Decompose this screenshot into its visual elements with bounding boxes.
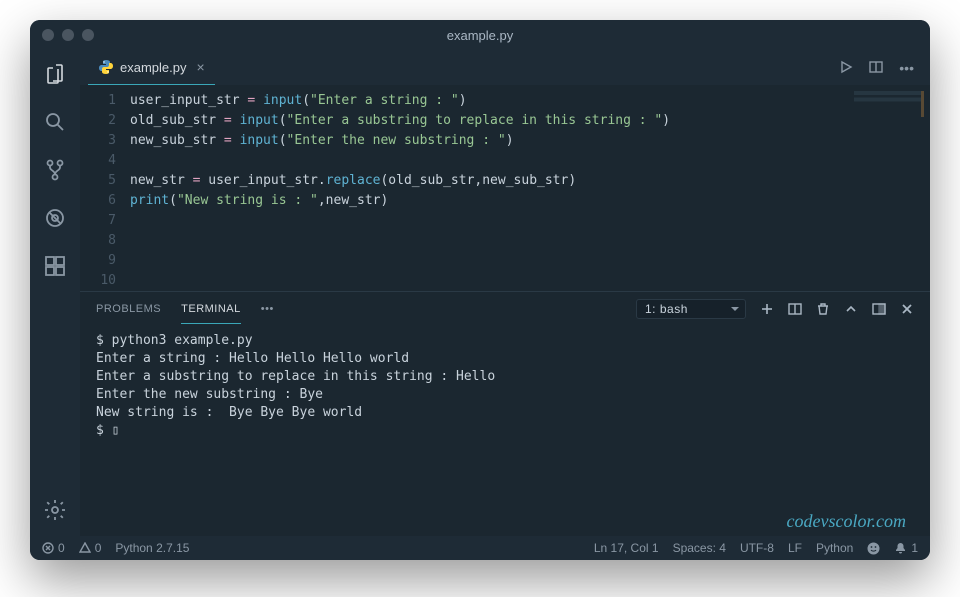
code-line[interactable]: print("New string is : ",new_str) [130,191,930,211]
status-language[interactable]: Python [816,541,853,555]
close-tab-icon[interactable]: × [196,59,204,75]
new-terminal-icon[interactable] [760,302,774,316]
status-notifications[interactable]: 1 [894,541,918,555]
code-line[interactable] [130,151,930,171]
panel-more-icon[interactable]: ••• [261,303,274,315]
terminal-output[interactable]: $ python3 example.py Enter a string : He… [80,326,930,536]
line-number: 9 [80,251,116,271]
run-icon[interactable] [839,60,853,76]
close-window-button[interactable] [42,29,54,41]
line-number: 5 [80,171,116,191]
maximize-panel-icon[interactable] [872,302,886,316]
chevron-up-icon[interactable] [844,302,858,316]
status-eol[interactable]: LF [788,541,802,555]
close-panel-icon[interactable] [900,302,914,316]
status-feedback-icon[interactable] [867,542,880,555]
source-control-icon[interactable] [41,156,69,184]
panel-actions: 1: bash [636,299,914,319]
line-number: 10 [80,271,116,291]
code-content[interactable]: user_input_str = input("Enter a string :… [130,91,930,291]
line-number: 7 [80,211,116,231]
panel-tabs: PROBLEMS TERMINAL ••• 1: bash [80,292,930,326]
maximize-window-button[interactable] [82,29,94,41]
status-bar: 0 0 Python 2.7.15 Ln 17, Col 1 Spaces: 4… [30,536,930,560]
code-line[interactable] [130,211,930,231]
debug-icon[interactable] [41,204,69,232]
code-line[interactable]: old_sub_str = input("Enter a substring t… [130,111,930,131]
code-line[interactable] [130,271,930,291]
settings-gear-icon[interactable] [41,496,69,524]
status-warnings[interactable]: 0 [79,541,102,555]
editor-tabs: example.py × ••• [80,50,930,85]
split-editor-icon[interactable] [869,60,883,76]
line-number: 3 [80,131,116,151]
line-number: 6 [80,191,116,211]
panel-tab-problems[interactable]: PROBLEMS [96,295,161,323]
bottom-panel: PROBLEMS TERMINAL ••• 1: bash [80,291,930,536]
status-cursor-position[interactable]: Ln 17, Col 1 [594,541,659,555]
status-errors[interactable]: 0 [42,541,65,555]
watermark: codevscolor.com [787,511,906,532]
traffic-lights [42,29,94,41]
status-python-version[interactable]: Python 2.7.15 [115,541,189,555]
code-line[interactable]: new_str = user_input_str.replace(old_sub… [130,171,930,191]
explorer-icon[interactable] [41,60,69,88]
status-encoding[interactable]: UTF-8 [740,541,774,555]
code-line[interactable]: new_sub_str = input("Enter the new subst… [130,131,930,151]
main-area: example.py × ••• 12345678910 user_input_… [80,50,930,536]
more-actions-icon[interactable]: ••• [899,60,914,76]
editor-actions: ••• [839,60,930,76]
python-file-icon [98,59,114,75]
vscode-window: example.py [30,20,930,560]
line-number: 2 [80,111,116,131]
activity-bar [30,50,80,536]
line-number: 1 [80,91,116,111]
code-line[interactable]: user_input_str = input("Enter a string :… [130,91,930,111]
code-line[interactable] [130,251,930,271]
kill-terminal-icon[interactable] [816,302,830,316]
terminal-selector[interactable]: 1: bash [636,299,746,319]
body: example.py × ••• 12345678910 user_input_… [30,50,930,536]
status-indentation[interactable]: Spaces: 4 [673,541,726,555]
search-icon[interactable] [41,108,69,136]
split-terminal-icon[interactable] [788,302,802,316]
tab-example-py[interactable]: example.py × [88,50,215,85]
code-editor[interactable]: 12345678910 user_input_str = input("Ente… [80,85,930,291]
titlebar: example.py [30,20,930,50]
minimize-window-button[interactable] [62,29,74,41]
code-line[interactable] [130,231,930,251]
extensions-icon[interactable] [41,252,69,280]
line-number: 4 [80,151,116,171]
tab-label: example.py [120,60,186,75]
panel-tab-terminal[interactable]: TERMINAL [181,295,241,324]
window-title: example.py [447,28,513,43]
minimap[interactable] [854,91,924,117]
line-number: 8 [80,231,116,251]
line-numbers: 12345678910 [80,91,130,291]
